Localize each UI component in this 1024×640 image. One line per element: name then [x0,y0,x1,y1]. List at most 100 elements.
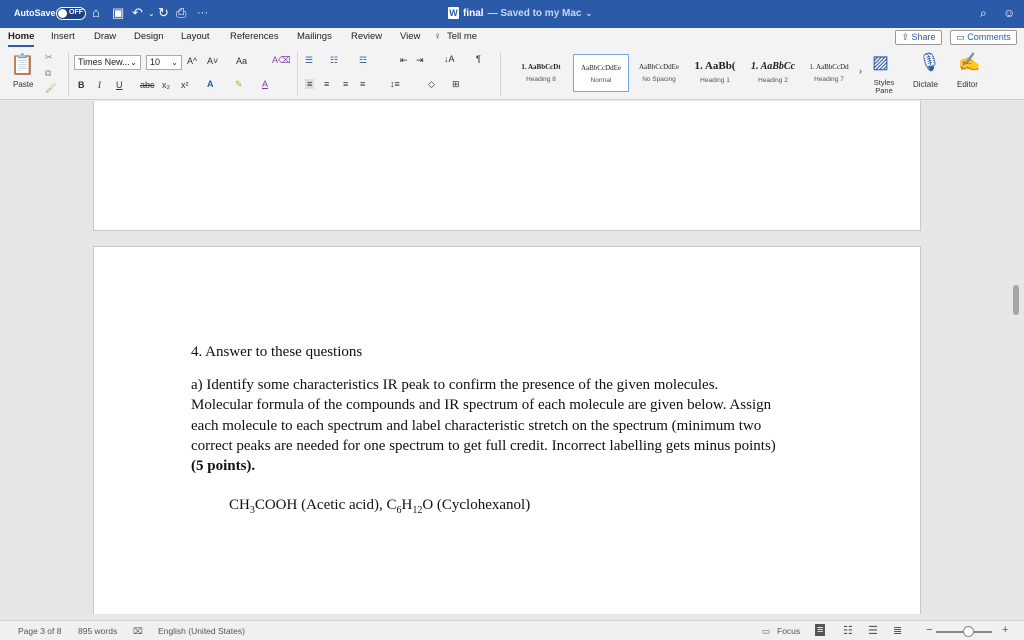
share-button[interactable]: ⇪ Share [895,30,942,45]
align-center-icon[interactable]: ≡ [324,79,329,89]
shading-icon[interactable]: ◇ [428,79,435,90]
multilevel-list-icon[interactable]: ☲ [359,55,367,66]
show-marks-icon[interactable]: ¶ [476,54,481,64]
text-effects-icon[interactable]: A [207,79,214,89]
style-heading-8[interactable]: 1. AaBbCcDt Heading 8 [513,54,569,92]
search-icon[interactable]: ⌕ [980,6,987,21]
chevron-down-icon: ⌄ [130,58,137,67]
tab-insert[interactable]: Insert [51,31,75,42]
editor-label[interactable]: Editor [957,80,978,89]
clear-formatting-icon[interactable]: A⌫ [272,55,291,66]
page-current[interactable]: 4. Answer to these questions a) Identify… [93,246,921,614]
copy-icon[interactable]: ⧉ [45,68,51,79]
tab-references[interactable]: References [230,31,279,42]
web-layout-icon[interactable]: ☷ [843,624,853,637]
tell-me-input[interactable]: Tell me [447,31,477,42]
print-layout-icon[interactable]: ≡ [815,624,826,636]
vertical-scrollbar[interactable] [1013,285,1019,315]
focus-label[interactable]: Focus [777,626,800,636]
style-heading-2[interactable]: 1. AaBbCc Heading 2 [745,54,801,92]
language-label[interactable]: English (United States) [158,626,245,636]
shrink-font-icon[interactable]: A˅ [207,56,218,66]
underline-button[interactable]: U [116,80,123,90]
chevron-down-icon: ⌄ [171,58,178,67]
decrease-indent-icon[interactable]: ⇤ [400,55,408,66]
home-icon[interactable]: ⌂ [92,5,100,20]
question-paragraph: a) Identify some characteristics IR peak… [191,375,776,476]
font-size-select[interactable]: 10 ⌄ [146,55,182,70]
draft-view-icon[interactable]: ≣ [893,624,902,637]
page-previous [93,101,921,231]
more-commands-icon[interactable]: ··· [197,7,208,19]
word-count[interactable]: 895 words [78,626,117,636]
align-left-icon[interactable]: ≡ [305,79,315,89]
zoom-in-button[interactable]: + [1002,624,1008,636]
ribbon-divider [297,52,298,96]
justify-icon[interactable]: ≡ [360,79,365,89]
styles-pane-icon[interactable]: ▨ [872,52,889,73]
subscript-button[interactable]: x₂ [162,80,170,90]
styles-pane-label[interactable]: Styles Pane [872,79,896,95]
ribbon-divider [68,52,69,96]
title-bar: AutoSave OFF ⌂ ▣ ↶ ⌄ ↻ ⎙ ··· W final — S… [0,0,1024,28]
microphone-icon[interactable]: 🎙 [918,52,941,73]
save-icon[interactable]: ▣ [112,5,124,21]
status-bar: Page 3 of 8 895 words ⌧ English (United … [0,620,1024,640]
align-right-icon[interactable]: ≡ [343,79,348,89]
autosave-toggle[interactable]: OFF [56,7,86,20]
line-spacing-icon[interactable]: ↕≡ [390,79,400,89]
redo-icon[interactable]: ↻ [158,5,169,21]
bold-button[interactable]: B [78,80,85,90]
focus-icon[interactable]: ▭ [762,626,770,637]
tab-design[interactable]: Design [134,31,164,42]
autosave-label: AutoSave [14,8,56,18]
borders-icon[interactable]: ⊞ [452,79,460,90]
italic-button[interactable]: I [98,80,101,90]
grow-font-icon[interactable]: A^ [187,56,197,66]
superscript-button[interactable]: x² [181,80,189,90]
style-no-spacing[interactable]: AaBbCcDdEe No Spacing [631,54,687,92]
style-normal[interactable]: AaBbCcDdEe Normal [573,54,629,92]
question-heading: 4. Answer to these questions [191,344,363,360]
chevron-right-icon[interactable]: › [859,66,862,76]
undo-dropdown-icon[interactable]: ⌄ [148,9,155,18]
molecule-formulas: CH3COOH (Acetic acid), C6H12O (Cyclohexa… [229,497,530,516]
paste-icon[interactable]: 📋 [10,52,35,77]
tab-draw[interactable]: Draw [94,31,116,42]
tab-layout[interactable]: Layout [181,31,210,42]
zoom-out-button[interactable]: − [926,624,932,636]
format-painter-icon[interactable]: 🖌 [45,83,56,94]
font-name-select[interactable]: Times New... ⌄ [74,55,141,70]
change-case-button[interactable]: Aa [236,56,247,66]
increase-indent-icon[interactable]: ⇥ [416,55,424,66]
paste-label[interactable]: Paste [13,80,33,89]
editor-icon[interactable]: ✍ [958,52,980,73]
comments-button[interactable]: ▭ Comments [950,30,1017,45]
tab-review[interactable]: Review [351,31,382,42]
undo-icon[interactable]: ↶ [132,5,143,21]
sort-icon[interactable]: ↓A [444,54,455,64]
strikethrough-button[interactable]: abc [140,80,155,90]
dictate-label[interactable]: Dictate [913,80,938,89]
document-canvas[interactable]: 4. Answer to these questions a) Identify… [0,101,1024,614]
page-count[interactable]: Page 3 of 8 [18,626,61,636]
outline-view-icon[interactable]: ☰ [868,624,878,637]
tab-view[interactable]: View [400,31,420,42]
zoom-slider-thumb[interactable] [963,626,974,637]
print-icon[interactable]: ⎙ [176,5,186,21]
style-heading-1[interactable]: 1. AaBb(Heading 1 [687,54,743,92]
comment-icon: ▭ [956,32,968,42]
bullets-icon[interactable]: ☰ [305,55,313,66]
font-color-icon[interactable]: A [262,79,268,89]
formula-text: COOH (Acetic acid), C [254,497,397,513]
tab-home[interactable]: Home [8,31,35,47]
account-icon[interactable]: ☺ [1003,6,1015,20]
numbering-icon[interactable]: ☷ [330,55,338,66]
document-title[interactable]: W final — Saved to my Mac ⌄ [448,7,592,19]
ribbon-tabs: Home Insert Draw Design Layout Reference… [0,28,1024,48]
proofing-icon[interactable]: ⌧ [133,626,143,637]
tab-mailings[interactable]: Mailings [297,31,332,42]
highlight-icon[interactable]: ✎ [235,79,243,90]
style-heading-7[interactable]: 1. AaBbCcDd Heading 7 [801,54,857,92]
cut-icon[interactable]: ✂ [45,52,53,63]
